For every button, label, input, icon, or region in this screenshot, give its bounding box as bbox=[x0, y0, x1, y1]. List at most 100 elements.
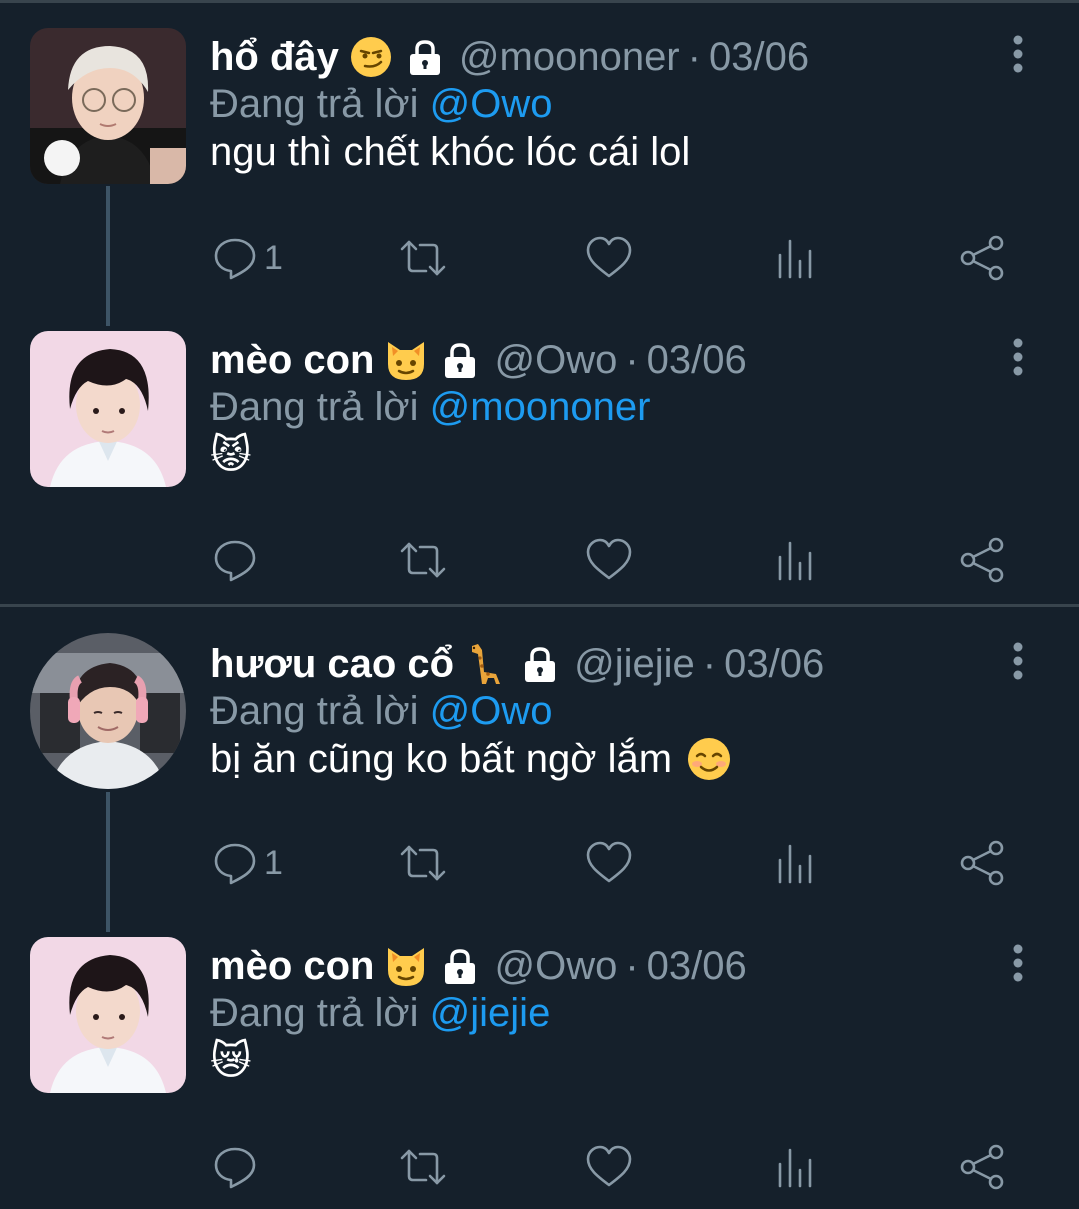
lock-icon bbox=[405, 37, 445, 77]
reply-button[interactable]: 1 bbox=[210, 833, 283, 893]
like-icon bbox=[586, 236, 632, 278]
tweet-text: 😾 bbox=[210, 433, 252, 477]
share-icon bbox=[960, 537, 1004, 583]
analytics-button[interactable] bbox=[772, 1137, 822, 1197]
user-handle[interactable]: @jiejie bbox=[574, 642, 695, 687]
tweet[interactable]: hươu cao cổ @jiejie · 03/06 Đang trả lời… bbox=[0, 607, 1079, 907]
avatar[interactable] bbox=[30, 633, 186, 789]
reply-count: 1 bbox=[264, 843, 283, 882]
mention-link[interactable]: @Owo bbox=[430, 689, 553, 733]
analytics-icon bbox=[778, 239, 812, 279]
more-icon[interactable] bbox=[1000, 639, 1036, 687]
action-bar: 1 bbox=[210, 228, 1030, 288]
action-bar bbox=[210, 530, 1030, 590]
analytics-icon bbox=[778, 844, 812, 884]
lock-icon bbox=[440, 340, 480, 380]
cat-face-emoji-icon bbox=[384, 944, 428, 988]
share-icon bbox=[960, 235, 1004, 281]
mention-link[interactable]: @jiejie bbox=[430, 991, 551, 1035]
avatar[interactable] bbox=[30, 331, 186, 487]
tweet-text: bị ăn cũng ko bất ngờ lắm bbox=[210, 736, 673, 781]
giraffe-emoji-icon bbox=[464, 642, 508, 686]
user-handle[interactable]: @Owo bbox=[494, 944, 617, 989]
replying-to: Đang trả lời @Owo bbox=[210, 82, 553, 127]
more-icon[interactable] bbox=[1000, 941, 1036, 989]
analytics-button[interactable] bbox=[772, 530, 822, 590]
tweet-text-row: bị ăn cũng ko bất ngờ lắm bbox=[210, 729, 732, 789]
reply-icon bbox=[214, 1147, 256, 1189]
share-icon bbox=[960, 840, 1004, 886]
mention-link[interactable]: @Owo bbox=[430, 82, 553, 126]
display-name[interactable]: mèo con bbox=[210, 944, 374, 989]
retweet-icon bbox=[400, 240, 446, 276]
more-icon[interactable] bbox=[1000, 32, 1036, 80]
retweet-button[interactable] bbox=[398, 530, 448, 590]
replying-to: Đang trả lời @moononer bbox=[210, 385, 650, 430]
more-icon[interactable] bbox=[1000, 335, 1036, 383]
like-button[interactable] bbox=[584, 1137, 634, 1197]
tweet-header: hươu cao cổ @jiejie · 03/06 bbox=[210, 639, 824, 689]
reply-icon bbox=[214, 540, 256, 582]
reply-button[interactable]: 1 bbox=[210, 228, 283, 288]
reply-button[interactable] bbox=[210, 1137, 264, 1197]
tweet-date[interactable]: 03/06 bbox=[724, 642, 824, 687]
user-handle[interactable]: @Owo bbox=[494, 338, 617, 383]
analytics-button[interactable] bbox=[772, 833, 822, 893]
analytics-icon bbox=[778, 541, 812, 581]
display-name[interactable]: mèo con bbox=[210, 338, 374, 383]
like-icon bbox=[586, 1145, 632, 1187]
retweet-icon bbox=[400, 542, 446, 578]
separator-dot: · bbox=[702, 641, 717, 686]
retweet-icon bbox=[400, 1149, 446, 1185]
like-button[interactable] bbox=[584, 228, 634, 288]
analytics-button[interactable] bbox=[772, 228, 822, 288]
separator-dot: · bbox=[687, 34, 701, 79]
tweet-text: ngu thì chết khóc lóc cái lol bbox=[210, 129, 691, 174]
user-handle[interactable]: @moononer bbox=[459, 35, 680, 80]
replying-to-label: Đang trả lời bbox=[210, 385, 419, 429]
retweet-button[interactable] bbox=[398, 1137, 448, 1197]
replying-to-label: Đang trả lời bbox=[210, 991, 419, 1035]
avatar[interactable] bbox=[30, 937, 186, 1093]
analytics-icon bbox=[778, 1148, 812, 1188]
tweet-header: mèo con @Owo · 03/06 bbox=[210, 941, 747, 991]
replying-to-label: Đang trả lời bbox=[210, 689, 419, 733]
like-icon bbox=[586, 538, 632, 580]
display-name[interactable]: hổ đây bbox=[210, 35, 339, 80]
smiling-face-emoji-icon bbox=[686, 736, 732, 782]
separator-dot: · bbox=[625, 943, 639, 988]
share-button[interactable] bbox=[958, 833, 1008, 893]
share-button[interactable] bbox=[958, 228, 1008, 288]
replying-to: Đang trả lời @jiejie bbox=[210, 991, 550, 1036]
like-icon bbox=[586, 841, 632, 883]
reply-button[interactable] bbox=[210, 530, 264, 590]
separator-dot: · bbox=[625, 337, 639, 382]
smirk-emoji-icon bbox=[349, 35, 393, 79]
cat-face-emoji-icon bbox=[384, 338, 428, 382]
tweet-date[interactable]: 03/06 bbox=[647, 338, 747, 383]
reply-icon bbox=[214, 843, 256, 885]
tweet-header: hổ đây @moononer · 03/06 bbox=[210, 32, 809, 82]
action-bar bbox=[210, 1137, 1030, 1197]
tweet-date[interactable]: 03/06 bbox=[709, 35, 809, 80]
reply-count: 1 bbox=[264, 238, 283, 277]
tweet[interactable]: mèo con @Owo · 03/06 Đang trả lời @jieji… bbox=[0, 909, 1079, 1209]
retweet-button[interactable] bbox=[398, 228, 448, 288]
tweet-date[interactable]: 03/06 bbox=[647, 944, 747, 989]
display-name[interactable]: hươu cao cổ bbox=[210, 642, 454, 687]
tweet[interactable]: mèo con @Owo · 03/06 Đang trả lời @moono… bbox=[0, 303, 1079, 603]
action-bar: 1 bbox=[210, 833, 1030, 893]
like-button[interactable] bbox=[584, 530, 634, 590]
like-button[interactable] bbox=[584, 833, 634, 893]
lock-icon bbox=[520, 644, 560, 684]
tweet-text: 😿 bbox=[210, 1039, 252, 1083]
retweet-button[interactable] bbox=[398, 833, 448, 893]
reply-icon bbox=[214, 238, 256, 280]
avatar[interactable] bbox=[30, 28, 186, 184]
lock-icon bbox=[440, 946, 480, 986]
share-icon bbox=[960, 1144, 1004, 1190]
mention-link[interactable]: @moononer bbox=[430, 385, 651, 429]
share-button[interactable] bbox=[958, 1137, 1008, 1197]
share-button[interactable] bbox=[958, 530, 1008, 590]
tweet[interactable]: hổ đây @moononer · 03/06 Đang trả lời @O… bbox=[0, 0, 1079, 300]
